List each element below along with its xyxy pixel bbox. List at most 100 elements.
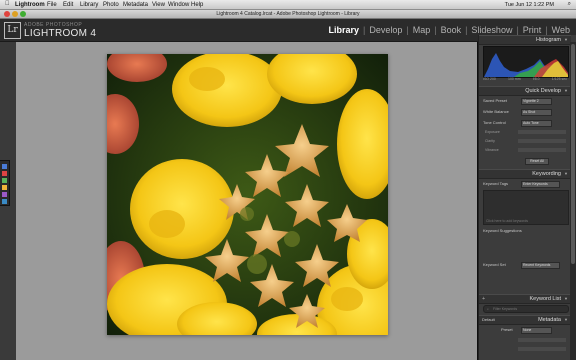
menubar-clock[interactable]: Tue Jun 12 1:22 PM — [505, 2, 554, 8]
quick-develop-header[interactable]: Quick Develop ▼ — [479, 86, 571, 96]
app-icon[interactable] — [2, 185, 7, 190]
collapse-triangle-icon[interactable]: ▼ — [564, 170, 568, 178]
module-separator: | — [465, 25, 468, 35]
histogram-title: Histogram — [535, 37, 561, 43]
quick-develop-title: Quick Develop — [525, 88, 561, 94]
keyword-list-title: Keyword List — [529, 296, 562, 302]
keyword-set-select[interactable]: Recent Keywords — [521, 262, 560, 269]
module-book[interactable]: Book — [441, 25, 462, 35]
vibrance-buttons[interactable] — [518, 148, 566, 152]
flower-photo-image — [107, 54, 388, 335]
clarity-row: Clarity — [485, 138, 569, 144]
reset-all-button[interactable]: Reset All — [525, 158, 549, 165]
add-keyword-icon[interactable]: + — [482, 295, 485, 303]
keyword-suggestions-label: Keyword Suggestions — [483, 228, 522, 233]
menu-photo[interactable]: Photo — [103, 2, 119, 8]
keywording-title: Keywording — [532, 171, 561, 177]
window-title: Lightroom 4 Catalog.lrcat - Adobe Photos… — [216, 11, 360, 17]
aperture-value: f/8.0 — [532, 77, 540, 81]
app-icon[interactable] — [2, 171, 7, 176]
spotlight-icon[interactable]: ⌕ — [568, 1, 571, 8]
saved-preset-row: Saved Preset Vignette 2 — [481, 97, 571, 105]
metadata-preset-dropdown[interactable]: Default — [482, 316, 495, 324]
app-icon[interactable] — [2, 178, 7, 183]
metadata-preset-row: Preset None — [481, 326, 571, 334]
window-titlebar: Lightroom 4 Catalog.lrcat - Adobe Photos… — [0, 10, 576, 19]
keyword-suggestions-area — [483, 236, 567, 260]
saved-preset-select[interactable]: Vignette 2 — [521, 98, 552, 105]
right-panel: Histogram ▼ ISO 200 100 mm f/8.0 1/125 s… — [478, 35, 576, 360]
metadata-field[interactable] — [518, 347, 566, 351]
lightroom-logo: Lr — [4, 22, 21, 39]
module-separator: | — [516, 25, 519, 35]
keyword-set-row: Keyword Set Recent Keywords — [481, 261, 571, 269]
keyword-suggestions-row: Keyword Suggestions — [481, 227, 571, 234]
apple-menu-icon[interactable]:  — [5, 1, 10, 7]
collapse-triangle-icon[interactable]: ▼ — [564, 36, 568, 44]
metadata-field-row — [485, 337, 569, 343]
clarity-label: Clarity — [485, 139, 495, 143]
finder-icon[interactable] — [2, 164, 7, 169]
metadata-field-row — [485, 346, 569, 352]
module-separator: | — [362, 25, 366, 35]
brand-title: LIGHTROOM 4 — [24, 28, 97, 39]
white-balance-select[interactable]: As Shot — [521, 109, 552, 116]
collapse-triangle-icon[interactable]: ▼ — [564, 295, 568, 303]
module-library[interactable]: Library — [328, 25, 359, 35]
loupe-photo[interactable] — [107, 54, 388, 335]
auto-tone-button[interactable]: Auto Tone — [521, 120, 552, 127]
shutter-value: 1/125 sec — [551, 77, 567, 81]
keywording-header[interactable]: Keywording ▼ — [479, 169, 571, 179]
collapse-triangle-icon[interactable]: ▼ — [564, 316, 568, 324]
preset-label: Preset — [501, 327, 513, 332]
app-icon[interactable] — [2, 192, 7, 197]
module-separator: | — [545, 25, 548, 35]
filter-keywords-placeholder: Filter Keywords — [493, 307, 518, 311]
menu-help[interactable]: Help — [191, 2, 203, 8]
app-icon[interactable] — [2, 199, 7, 204]
module-picker: Library | Develop | Map | Book | Slideshow | Print… — [328, 25, 570, 35]
menu-file[interactable]: File — [47, 2, 57, 8]
menu-edit[interactable]: Edit — [63, 2, 73, 8]
module-slideshow[interactable]: Slideshow — [471, 25, 512, 35]
dock-strip — [0, 160, 10, 206]
module-map[interactable]: Map — [413, 25, 431, 35]
module-develop[interactable]: Develop — [369, 25, 402, 35]
os-menubar:  Lightroom File Edit Library Photo Meta… — [0, 0, 576, 10]
keyword-set-label: Keyword Set — [483, 262, 506, 267]
white-balance-row: White Balance As Shot — [481, 108, 571, 116]
vibrance-row: Vibrance — [485, 147, 569, 153]
module-separator: | — [434, 25, 437, 35]
module-web[interactable]: Web — [552, 25, 570, 35]
histogram-chart — [484, 53, 568, 77]
keyword-tags-row: Keyword Tags Enter Keywords — [481, 180, 571, 188]
menu-lightroom[interactable]: Lightroom — [15, 2, 45, 8]
metadata-header[interactable]: Default Metadata ▼ — [479, 315, 571, 325]
scrollbar-thumb[interactable] — [571, 44, 575, 264]
menu-library[interactable]: Library — [80, 2, 98, 8]
exposure-buttons[interactable] — [518, 130, 566, 134]
iso-value: ISO 200 — [483, 77, 496, 81]
metadata-field[interactable] — [518, 338, 566, 342]
keyword-tags-label: Keyword Tags — [483, 181, 509, 186]
white-balance-label: White Balance — [483, 109, 509, 114]
filter-keywords-input[interactable]: ⌕ Filter Keywords — [483, 305, 569, 313]
right-panel-scrollbar[interactable] — [570, 42, 576, 360]
focal-length-value: 100 mm — [508, 77, 521, 81]
module-print[interactable]: Print — [523, 25, 542, 35]
histogram-header[interactable]: Histogram ▼ — [479, 35, 571, 45]
histogram-graph[interactable] — [483, 46, 569, 78]
keyword-entry-area[interactable]: Click here to add keywords — [483, 190, 569, 225]
tone-control-row: Tone Control Auto Tone — [481, 119, 571, 127]
keyword-list-header[interactable]: + Keyword List ▼ — [479, 294, 571, 304]
collapse-triangle-icon[interactable]: ▼ — [564, 87, 568, 95]
keyword-tags-select[interactable]: Enter Keywords — [521, 181, 560, 188]
histogram-info: ISO 200 100 mm f/8.0 1/125 sec — [483, 77, 567, 81]
menu-metadata[interactable]: Metadata — [123, 2, 148, 8]
clarity-buttons[interactable] — [518, 139, 566, 143]
search-icon: ⌕ — [487, 307, 489, 311]
menu-view[interactable]: View — [152, 2, 165, 8]
saved-preset-label: Saved Preset — [483, 98, 508, 103]
preset-select[interactable]: None — [521, 327, 552, 334]
menu-window[interactable]: Window — [168, 2, 189, 8]
